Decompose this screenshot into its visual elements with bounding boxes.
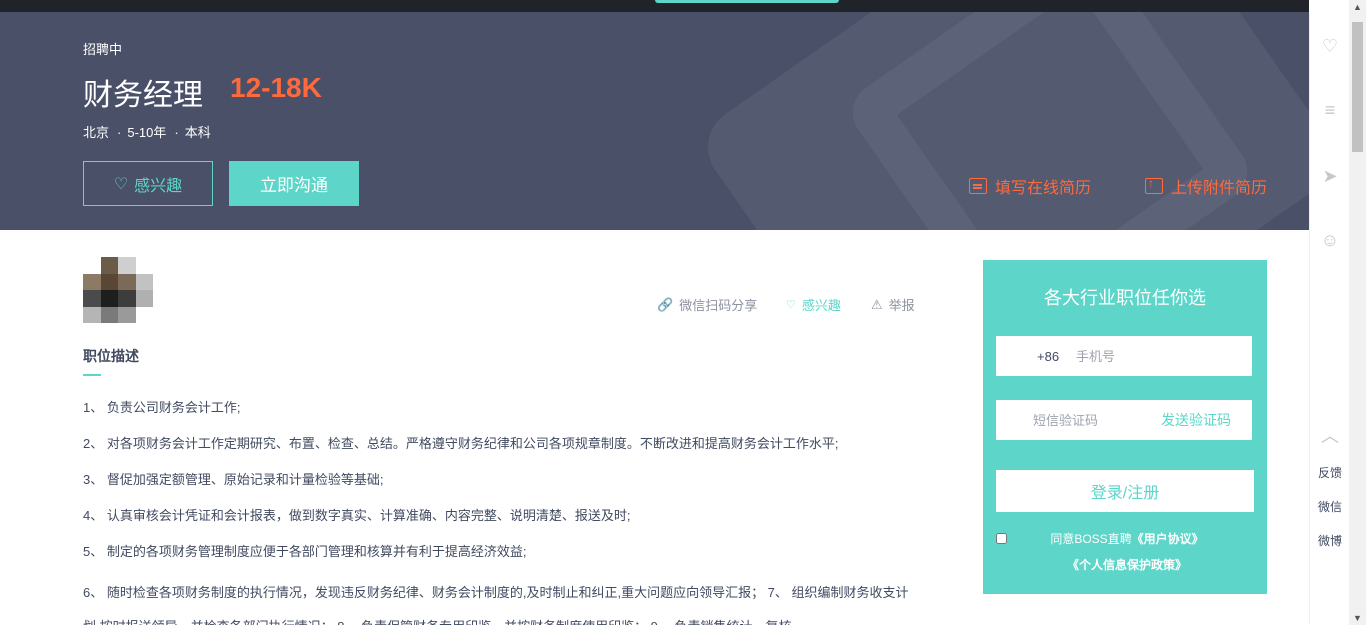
section-title: 职位描述: [83, 348, 139, 364]
wechat-share-label: 微信扫码分享: [679, 298, 758, 313]
job-experience: 5-10年: [127, 125, 167, 140]
agree-prefix: 同意BOSS直聘: [1050, 532, 1132, 546]
description-line: 6、 随时检查各项财务制度的执行情况，发现违反财务纪律、财务会计制度的,及时制止…: [83, 585, 909, 625]
filter-icon[interactable]: ≡: [1320, 100, 1340, 120]
description-line: 2、 对各项财务会计工作定期研究、布置、检查、总结。严格遵守财务纪律和公司各项规…: [83, 436, 839, 451]
upload-icon: [1145, 176, 1163, 194]
send-plane-icon[interactable]: ➤: [1320, 166, 1340, 186]
description-line: 5、 制定的各项财务管理制度应便于各部门管理和核算并有利于提高经济效益;: [83, 544, 527, 559]
country-code-select[interactable]: +86: [996, 349, 1076, 364]
online-resume-label: 填写在线简历: [995, 180, 1092, 197]
phone-input[interactable]: [1076, 348, 1252, 364]
weibo-link[interactable]: 微博: [1310, 532, 1350, 549]
privacy-policy-link[interactable]: 《个人信息保护政策》: [1067, 558, 1187, 572]
interest-button[interactable]: ♡ 感兴趣: [83, 161, 213, 206]
link-icon: 🔗: [657, 296, 674, 312]
heart-icon: ♡: [113, 175, 129, 193]
description-line: 1、 负责公司财务会计工作;: [83, 400, 241, 415]
meta-separator: ·: [174, 125, 179, 140]
scroll-down-arrow-icon[interactable]: ▼: [1353, 613, 1362, 623]
scroll-up-arrow-icon[interactable]: ▲: [1353, 2, 1362, 12]
sms-field: 发送验证码: [996, 400, 1252, 440]
nav-active-indicator: [655, 0, 839, 3]
favorite-heart-icon[interactable]: ♡: [1320, 36, 1340, 56]
warning-icon: ⚠: [871, 296, 883, 312]
report-link[interactable]: ⚠ 举报: [871, 295, 915, 314]
interest-button-label: 感兴趣: [134, 177, 183, 195]
right-sidebar: ♡ ≡ ➤ ☺ ︿ 反馈 微信 微博: [1309, 12, 1349, 625]
description-line: 3、 督促加强定额管理、原始记录和计量检验等基础;: [83, 472, 384, 487]
heart-icon: ♡: [786, 299, 796, 311]
job-banner: 招聘中 财务经理 12-18K 北京 · 5-10年 · 本科 ♡ 感兴趣 立即沟通 填…: [0, 12, 1309, 230]
wechat-share-link[interactable]: 🔗 微信扫码分享: [657, 295, 757, 314]
chat-now-button[interactable]: 立即沟通: [229, 161, 359, 206]
upload-resume-label: 上传附件简历: [1171, 180, 1268, 197]
description-line: 4、 认真审核会计凭证和会计报表，做到数字真实、计算准确、内容完整、说明清楚、报…: [83, 508, 631, 523]
job-title: 财务经理: [83, 79, 203, 112]
job-description: 1、 负责公司财务会计工作; 2、 对各项财务会计工作定期研究、布置、检查、总结…: [83, 396, 923, 625]
scrollbar-thumb[interactable]: [1352, 22, 1363, 152]
top-navbar: [0, 0, 1309, 12]
resume-form-icon: [969, 178, 987, 194]
login-register-button[interactable]: 登录/注册: [996, 470, 1254, 512]
login-card-title: 各大行业职位任你选: [1044, 288, 1206, 308]
page-scrollbar[interactable]: ▲ ▼: [1349, 0, 1366, 625]
send-code-button[interactable]: 发送验证码: [1161, 410, 1231, 430]
meta-separator: ·: [117, 125, 122, 140]
agreement-row: 同意BOSS直聘《用户协议》《个人信息保护政策》: [996, 526, 1258, 578]
wechat-link[interactable]: 微信: [1310, 498, 1350, 515]
feedback-link[interactable]: 反馈: [1310, 464, 1350, 481]
job-status: 招聘中: [83, 42, 123, 57]
report-label: 举报: [888, 298, 915, 313]
online-resume-link[interactable]: 填写在线简历: [969, 174, 1091, 198]
job-meta: 北京 · 5-10年 · 本科: [83, 122, 213, 141]
interest-link[interactable]: ♡ 感兴趣: [786, 295, 841, 314]
upload-resume-link[interactable]: 上传附件简历: [1145, 174, 1267, 198]
back-to-top-icon[interactable]: ︿: [1320, 426, 1340, 446]
user-icon[interactable]: ☺: [1320, 230, 1340, 250]
job-salary: 12-18K: [230, 72, 322, 103]
sms-code-input[interactable]: [1033, 412, 1153, 428]
user-agreement-link[interactable]: 《用户协议》: [1132, 532, 1204, 546]
agree-checkbox[interactable]: [996, 533, 1007, 544]
section-underline: [83, 374, 101, 376]
login-card: 各大行业职位任你选 +86 发送验证码 登录/注册 同意BOSS直聘《用户协议》…: [983, 260, 1267, 594]
phone-field: +86: [996, 336, 1252, 376]
company-avatar: [83, 257, 153, 323]
job-city: 北京: [83, 125, 110, 140]
interest-link-label: 感兴趣: [801, 298, 841, 313]
job-education: 本科: [184, 125, 211, 140]
